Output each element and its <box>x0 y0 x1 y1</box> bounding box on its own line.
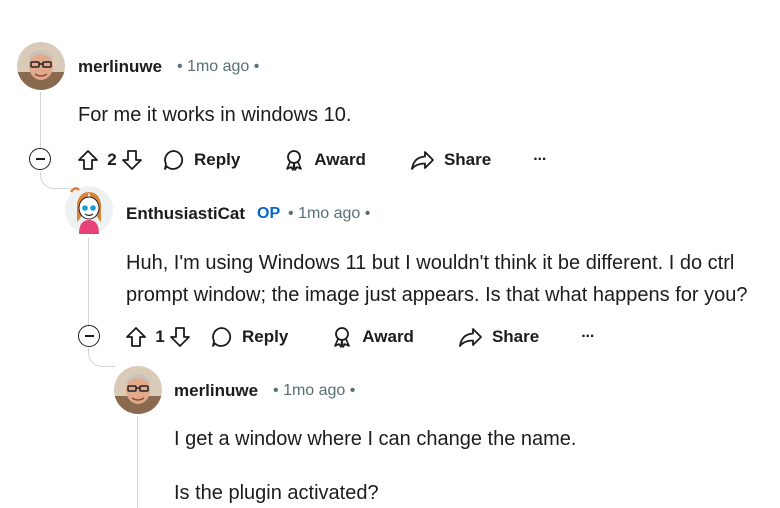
timestamp[interactable]: 1mo ago <box>298 205 360 222</box>
timestamp[interactable]: 1mo ago <box>187 58 249 75</box>
separator-dot: • <box>288 205 294 222</box>
award-button[interactable]: Award <box>282 148 366 172</box>
thread-line-3 <box>137 416 138 508</box>
upvote-icon <box>126 327 146 347</box>
award-label: Award <box>314 150 366 169</box>
comment-meta: • 1mo ago • <box>273 382 355 400</box>
upvote-icon <box>78 150 98 170</box>
reply-label: Reply <box>242 327 289 346</box>
share-button[interactable]: Share <box>410 148 491 172</box>
downvote-icon <box>122 150 142 170</box>
share-button[interactable]: Share <box>458 325 539 349</box>
avatar[interactable] <box>65 186 113 234</box>
vote-count: 2 <box>107 150 117 169</box>
award-icon <box>334 327 351 348</box>
upvote-button[interactable] <box>76 148 104 172</box>
thread-elbow-2 <box>88 348 115 367</box>
reply-button[interactable]: Reply <box>162 148 240 172</box>
share-label: Share <box>443 150 492 169</box>
collapse-icon[interactable] <box>29 148 51 170</box>
comment-author[interactable]: EnthusiastiCat <box>126 204 245 224</box>
upvote-button[interactable] <box>124 325 152 349</box>
vote-count: 1 <box>155 327 165 346</box>
comment-actions: 2 Reply Award Share ··· <box>76 140 547 180</box>
comment-actions: 1 Reply Award Share ··· <box>124 317 595 357</box>
timestamp[interactable]: 1mo ago <box>283 382 345 399</box>
share-label: Share <box>491 327 540 346</box>
comment-body-paragraph: I get a window where I can change the na… <box>174 428 577 450</box>
comment-meta: • 1mo ago • <box>288 205 370 223</box>
separator-dot: • <box>253 58 260 75</box>
comment-icon <box>212 327 232 347</box>
comment-author[interactable]: merlinuwe <box>174 381 258 401</box>
thread-line-1 <box>40 92 41 150</box>
separator-dot: • <box>349 382 356 399</box>
share-icon <box>459 328 482 347</box>
avatar[interactable] <box>17 42 65 90</box>
reply-button[interactable]: Reply <box>210 325 288 349</box>
more-options-button[interactable]: ··· <box>533 151 547 169</box>
more-icon: ··· <box>533 151 547 168</box>
award-icon <box>286 150 303 171</box>
award-button[interactable]: Award <box>330 325 414 349</box>
comment-author[interactable]: merlinuwe <box>78 57 162 77</box>
avatar[interactable] <box>114 366 162 414</box>
comment-body-line: Huh, I'm using Windows 11 but I wouldn't… <box>126 252 735 274</box>
downvote-button[interactable] <box>168 325 196 349</box>
separator-dot: • <box>364 205 371 222</box>
thread-line-2 <box>88 238 89 326</box>
comment-body-paragraph: Is the plugin activated? <box>174 482 379 504</box>
reply-label: Reply <box>194 150 241 169</box>
separator-dot: • <box>273 382 279 399</box>
comment-body: For me it works in windows 10. <box>78 104 352 126</box>
comment-icon <box>164 150 184 170</box>
comment-meta: • 1mo ago • <box>177 58 259 76</box>
share-icon <box>411 151 434 170</box>
more-icon: ··· <box>581 328 595 345</box>
award-label: Award <box>362 327 414 346</box>
downvote-icon <box>170 327 190 347</box>
op-badge: OP <box>257 205 281 222</box>
separator-dot: • <box>177 58 183 75</box>
collapse-icon[interactable] <box>78 325 100 347</box>
comment-body-line: prompt window; the image just appears. I… <box>126 284 748 306</box>
more-options-button[interactable]: ··· <box>581 328 595 346</box>
downvote-button[interactable] <box>120 148 148 172</box>
